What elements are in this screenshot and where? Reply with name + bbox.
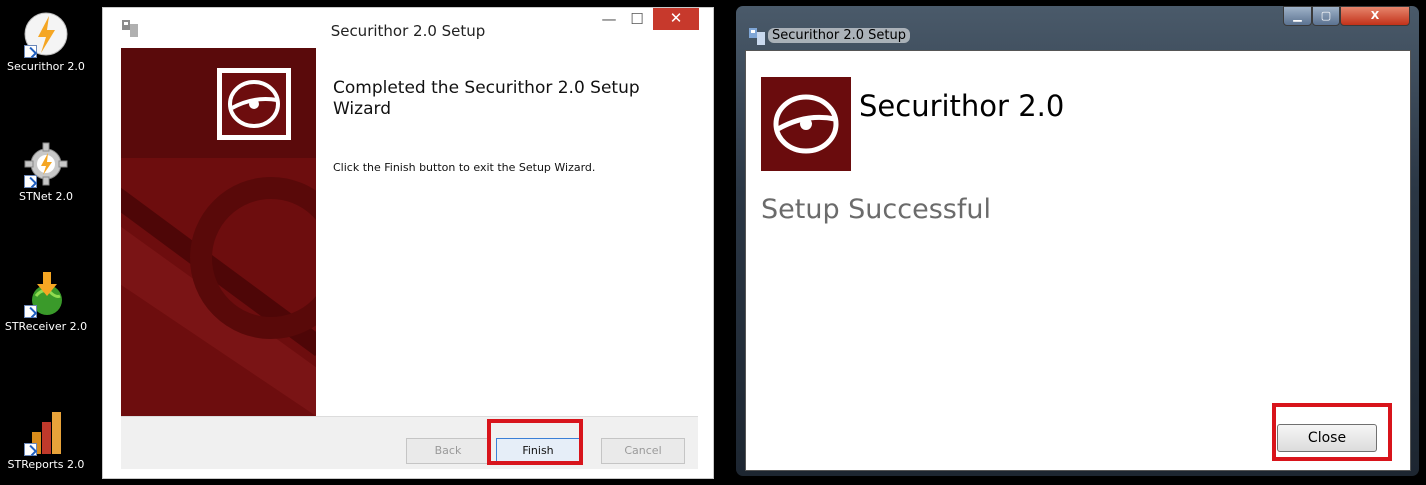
installer-icon	[748, 26, 766, 50]
desktop-icon-label: Securithor 2.0	[7, 60, 85, 73]
setup-wizard-window: Securithor 2.0 Setup — ☐ ✕ Completed the…	[102, 7, 714, 479]
back-button[interactable]: Back	[406, 438, 490, 464]
stnet-gear-icon	[22, 140, 70, 188]
setup-status: Setup Successful	[761, 194, 991, 225]
cancel-button[interactable]: Cancel	[601, 438, 685, 464]
desktop-icon-streports[interactable]: STReports 2.0	[0, 408, 92, 471]
desktop-icon-streceiver[interactable]: STReceiver 2.0	[0, 270, 92, 333]
close-button[interactable]: ✕	[653, 8, 699, 30]
shortcut-arrow-icon	[24, 443, 37, 456]
finish-highlight-box	[487, 419, 583, 465]
product-name: Securithor 2.0	[859, 89, 1065, 123]
wizard-title: Securithor 2.0 Setup	[330, 22, 486, 40]
maximize-icon: ▢	[1320, 9, 1332, 22]
securithor-app-icon	[22, 10, 70, 58]
shortcut-arrow-icon	[24, 175, 37, 188]
wizard-banner	[121, 48, 316, 416]
wizard-footer: Back Finish Cancel	[121, 416, 698, 469]
desktop-icon-stnet[interactable]: STNet 2.0	[0, 140, 92, 203]
minimize-icon: ▁	[1293, 9, 1302, 22]
wizard-message: Click the Finish button to exit the Setu…	[333, 161, 596, 174]
dialog-title: Securithor 2.0 Setup	[768, 28, 911, 43]
product-logo-icon	[761, 77, 851, 175]
desktop-icon-label: STNet 2.0	[18, 190, 73, 203]
shortcut-arrow-icon	[24, 305, 37, 318]
wizard-heading: Completed the Securithor 2.0 Setup Wizar…	[333, 78, 640, 119]
shortcut-arrow-icon	[24, 45, 37, 58]
maximize-button[interactable]: ☐	[625, 10, 649, 28]
desktop-icon-label: STReports 2.0	[7, 458, 85, 471]
streceiver-globe-icon	[22, 270, 70, 318]
desktop-icon-label: STReceiver 2.0	[4, 320, 88, 333]
close-button[interactable]: X	[1340, 6, 1410, 26]
wizard-title-bar[interactable]: Securithor 2.0 Setup — ☐ ✕	[103, 8, 713, 48]
streports-chart-icon	[22, 408, 70, 456]
close-highlight-box	[1272, 403, 1392, 461]
desktop-icon-securithor[interactable]: Securithor 2.0	[0, 10, 92, 73]
minimize-button[interactable]: —	[597, 10, 621, 28]
maximize-button[interactable]: ▢	[1312, 6, 1340, 26]
minimize-button[interactable]: ▁	[1283, 6, 1312, 26]
wizard-content: Completed the Securithor 2.0 Setup Wizar…	[316, 48, 698, 416]
anchor-watermark-icon	[121, 48, 316, 416]
